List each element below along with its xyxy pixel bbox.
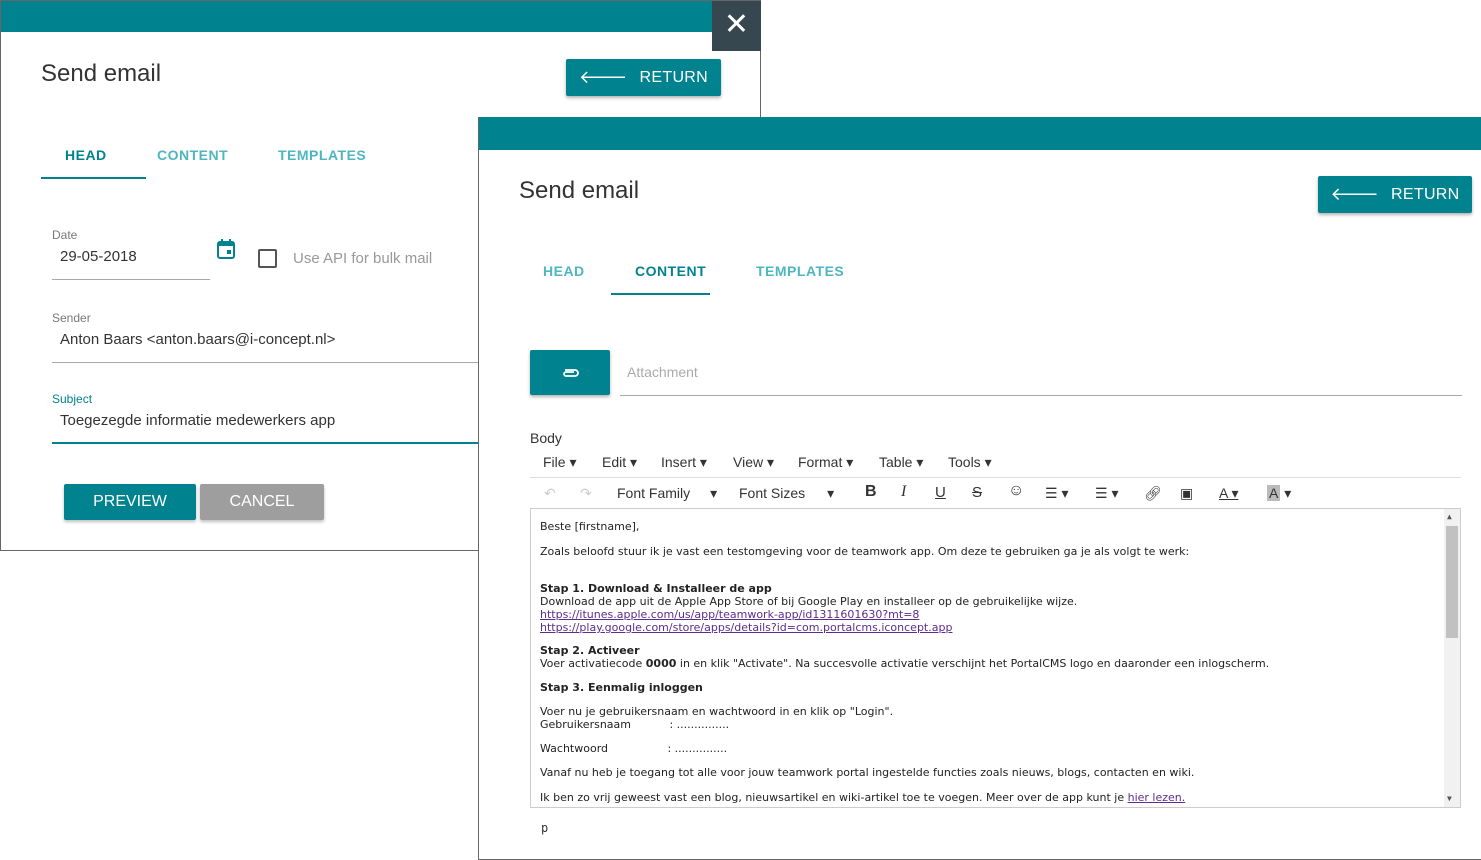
page-title: Send email (519, 177, 640, 204)
attachment-input[interactable]: Attachment (627, 364, 698, 380)
editor-statusbar-path: p (541, 821, 549, 835)
step3-title: Stap 3. Eenmalig inloggen (540, 681, 703, 694)
menu-insert[interactable]: Insert ▾ (661, 454, 707, 471)
menu-table[interactable]: Table ▾ (879, 454, 923, 471)
tab-active-indicator (611, 293, 710, 295)
date-underline (52, 279, 210, 280)
front-dialog: Send email 🡐 RETURN HEAD CONTENT TEMPLAT… (478, 117, 1481, 860)
step3-text: Voer nu je gebruikersnaam en wachtwoord … (540, 705, 894, 718)
underline-icon[interactable]: U (935, 484, 946, 501)
password-line: Wachtwoord : ............... (540, 742, 728, 755)
app-store-link[interactable]: https://itunes.apple.com/us/app/teamwork… (540, 608, 919, 621)
step2-title: Stap 2. Activeer (540, 644, 640, 657)
strikethrough-icon[interactable]: S (972, 484, 982, 501)
page-title: Send email (41, 60, 162, 87)
background-color-icon[interactable]: A ▾ (1267, 485, 1291, 502)
sender-field[interactable]: Anton Baars <anton.baars@i-concept.nl> (60, 331, 335, 348)
date-field[interactable]: 29-05-2018 (60, 248, 137, 265)
return-label: RETURN (639, 68, 709, 86)
sender-underline (52, 362, 482, 363)
tab-templates[interactable]: TEMPLATES (278, 147, 366, 163)
menu-tools[interactable]: Tools ▾ (948, 454, 992, 471)
email-body-content[interactable]: Beste [firstname], Zoals beloofd stuur i… (540, 520, 1440, 804)
emoticon-icon[interactable]: ☺ (1008, 482, 1024, 500)
editor-scrollbar[interactable]: ▲ ▼ (1444, 509, 1460, 807)
body-greeting: Beste [firstname], (540, 520, 640, 533)
paperclip-icon (563, 368, 579, 377)
cancel-button[interactable]: CANCEL (200, 484, 324, 520)
return-button[interactable]: 🡐 RETURN (566, 59, 721, 96)
username-line: Gebruikersnaam : ............... (540, 718, 730, 731)
text-color-icon[interactable]: A ▾ (1219, 485, 1238, 502)
tab-head[interactable]: HEAD (543, 263, 585, 279)
return-label: RETURN (1391, 185, 1460, 203)
bullet-list-icon[interactable]: ☰ ▾ (1045, 485, 1068, 502)
subject-label: Subject (52, 392, 93, 406)
step2-text: Voer activatiecode 0000 in en klik "Acti… (540, 657, 1270, 670)
subject-underline (52, 442, 482, 444)
dialog-header-bar (479, 117, 1481, 150)
italic-icon[interactable]: I (901, 483, 906, 501)
body-intro: Zoals beloofd stuur ik je vast een testo… (540, 545, 1190, 558)
dialog-header-bar (1, 1, 712, 32)
bulk-mail-label: Use API for bulk mail (293, 250, 433, 267)
date-label: Date (52, 228, 78, 242)
google-play-link[interactable]: https://play.google.com/store/apps/detai… (540, 621, 952, 634)
font-family-select[interactable]: Font Family ▾ (617, 485, 717, 502)
tab-templates[interactable]: TEMPLATES (756, 263, 844, 279)
menu-file[interactable]: File ▾ (543, 454, 576, 471)
tab-content[interactable]: CONTENT (635, 263, 706, 279)
bulk-mail-checkbox[interactable] (258, 249, 277, 268)
scroll-down-icon[interactable]: ▼ (1447, 794, 1452, 803)
font-sizes-select[interactable]: Font Sizes ▾ (739, 485, 834, 502)
menubar-divider (530, 477, 1461, 478)
tab-head[interactable]: HEAD (65, 147, 107, 163)
final-text: Ik ben zo vrij geweest vast een blog, ni… (540, 791, 1186, 804)
calendar-icon[interactable] (216, 238, 236, 260)
body-label: Body (530, 430, 562, 446)
close-icon[interactable]: ✕ (712, 1, 761, 51)
menu-format[interactable]: Format ▾ (798, 454, 853, 471)
sender-label: Sender (52, 311, 91, 325)
editor-body[interactable]: Beste [firstname], Zoals beloofd stuur i… (530, 508, 1461, 808)
image-icon[interactable]: ▣ (1180, 485, 1193, 502)
read-more-link[interactable]: hier lezen. (1128, 791, 1186, 804)
tab-content[interactable]: CONTENT (157, 147, 228, 163)
scroll-up-icon[interactable]: ▲ (1447, 512, 1452, 521)
return-button[interactable]: 🡐 RETURN (1318, 176, 1472, 213)
step1-text: Download de app uit de Apple App Store o… (540, 595, 1078, 608)
subject-field[interactable]: Toegezegde informatie medewerkers app (60, 412, 335, 429)
menu-edit[interactable]: Edit ▾ (602, 454, 637, 471)
undo-icon[interactable]: ↶ (544, 485, 556, 502)
step1-title: Stap 1. Download & Installeer de app (540, 582, 772, 595)
menu-view[interactable]: View ▾ (733, 454, 774, 471)
tab-active-indicator (41, 177, 146, 179)
link-icon[interactable]: 🔗︎ (1144, 485, 1162, 502)
arrow-left-icon: 🡐 (578, 67, 628, 87)
access-text: Vanaf nu heb je toegang tot alle voor jo… (540, 766, 1195, 779)
attachment-button[interactable] (530, 350, 610, 395)
bold-icon[interactable]: B (865, 483, 877, 501)
attachment-underline (620, 395, 1462, 396)
arrow-left-icon: 🡐 (1330, 184, 1380, 204)
preview-button[interactable]: PREVIEW (64, 484, 196, 520)
scrollbar-thumb[interactable] (1446, 526, 1458, 638)
numbered-list-icon[interactable]: ☰ ▾ (1095, 485, 1118, 502)
redo-icon[interactable]: ↷ (580, 485, 592, 502)
